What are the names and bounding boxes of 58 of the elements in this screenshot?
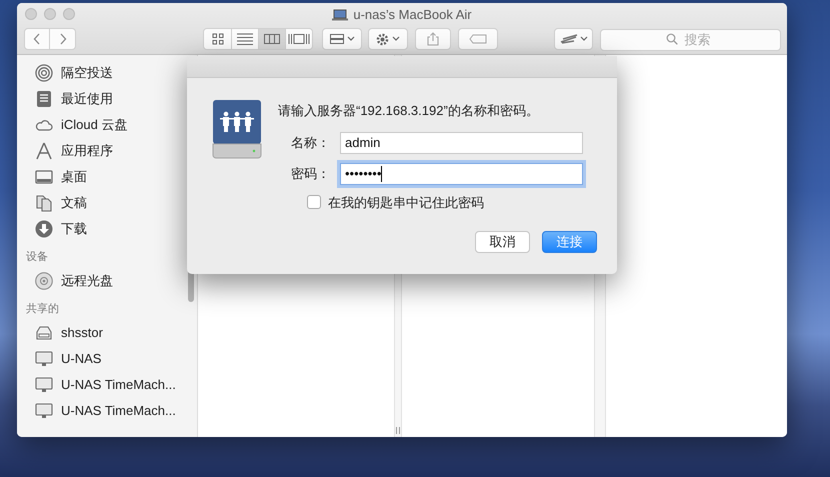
radar-icon [35, 64, 53, 82]
chevron-down-icon [346, 36, 354, 42]
share-icon [427, 32, 439, 46]
resize-handle-icon [396, 427, 400, 434]
columns-icon [264, 33, 280, 46]
server-icon [35, 324, 53, 342]
monitor-icon [35, 350, 53, 368]
sidebar-item[interactable]: U-NAS TimeMach... [17, 398, 197, 424]
chevron-left-icon [33, 33, 41, 46]
desktop-icon [35, 168, 53, 186]
grid-icon [330, 34, 344, 44]
sidebar-heading: 设备 [26, 250, 49, 265]
arrange-button[interactable] [322, 28, 362, 50]
download-icon [35, 220, 53, 238]
text-cursor [381, 166, 382, 182]
monitor-icon [35, 376, 53, 394]
share-button[interactable] [415, 28, 451, 50]
action-button[interactable] [368, 28, 408, 50]
window-title: u-nas’s MacBook Air [353, 6, 472, 24]
view-mode-button[interactable] [285, 29, 312, 50]
minimize-button[interactable] [44, 8, 56, 20]
chevron-down-icon [392, 36, 400, 42]
monitor-icon [35, 402, 53, 420]
view-mode-button[interactable] [258, 29, 285, 50]
close-button[interactable] [25, 8, 37, 20]
back-button[interactable] [24, 28, 50, 50]
sidebar-item[interactable]: shsstor [17, 320, 197, 346]
forward-button[interactable] [50, 28, 76, 50]
chevron-down-icon [580, 36, 588, 42]
search-field[interactable]: 搜索 [600, 28, 781, 51]
dialog-button[interactable]: 取消 [475, 231, 530, 253]
sidebar-heading: 共享的 [26, 302, 60, 317]
gallery-icon [288, 33, 310, 46]
search-icon [666, 33, 678, 46]
tag-icon [469, 34, 487, 44]
sidebar-item[interactable]: 远程光盘 [17, 268, 197, 294]
input-field[interactable]: admin [340, 132, 583, 154]
sidebar-item[interactable]: U-NAS TimeMach... [17, 372, 197, 398]
view-mode-button[interactable] [231, 29, 258, 50]
remember-checkbox[interactable]: 在我的钥匙串中记住此密码 [307, 192, 617, 212]
view-mode-button[interactable] [204, 29, 231, 50]
documents-icon [35, 194, 53, 212]
list-icon [237, 33, 253, 46]
chevron-right-icon [58, 33, 66, 46]
dialog-message: 请输入服务器“192.168.3.192”的名称和密码。 [278, 102, 540, 120]
tray-icon [35, 90, 53, 108]
swoosh-icon [560, 34, 578, 44]
zoom-button[interactable] [63, 8, 75, 20]
field-label: 名称： [290, 134, 331, 152]
tag-button[interactable] [458, 28, 498, 50]
grid-icon [212, 33, 224, 46]
server-drive-icon [212, 100, 262, 160]
sidebar-item[interactable]: U-NAS [17, 346, 197, 372]
laptop-icon [332, 8, 348, 21]
gear-icon [376, 32, 389, 46]
profile-button[interactable] [554, 28, 593, 50]
field-label: 密码： [290, 164, 331, 183]
disc-icon [35, 272, 53, 290]
